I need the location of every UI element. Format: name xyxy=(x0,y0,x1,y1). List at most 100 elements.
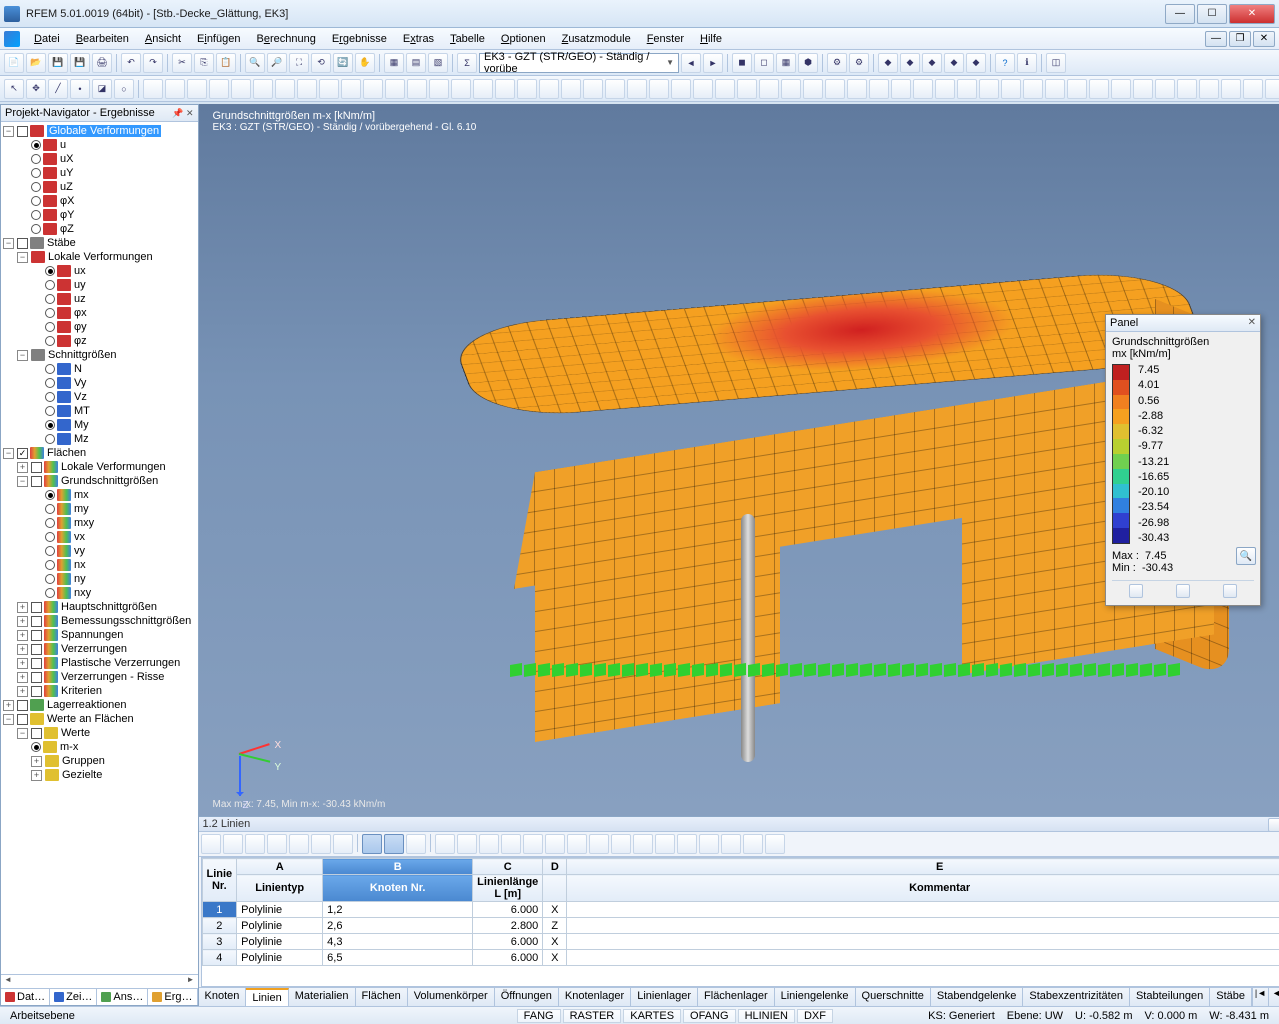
tbl-btn-0-icon[interactable] xyxy=(201,834,221,854)
menu-hilfe[interactable]: Hilfe xyxy=(692,31,730,47)
pan-icon[interactable]: ✋ xyxy=(355,53,375,73)
radio-MT[interactable] xyxy=(45,406,55,416)
table-row[interactable]: 4Polylinie6,56.000X xyxy=(202,950,1279,966)
data-tab-Liniengelenke[interactable]: Liniengelenke xyxy=(775,988,856,1006)
edit-tool-12-icon[interactable] xyxy=(407,79,427,99)
status-toggle-RASTER[interactable]: RASTER xyxy=(563,1009,622,1023)
lc-next-icon[interactable]: ► xyxy=(703,53,723,73)
tbl-btn-b5-icon[interactable] xyxy=(545,834,565,854)
menu-zusatzmodule[interactable]: Zusatzmodule xyxy=(554,31,639,47)
data-tab-Stäbe[interactable]: Stäbe xyxy=(1210,988,1252,1006)
table-row[interactable]: 1Polylinie1,26.000X xyxy=(202,902,1279,918)
zoom-in-icon[interactable]: 🔍 xyxy=(245,53,265,73)
tbl-btn-6-icon[interactable] xyxy=(333,834,353,854)
legend-tab1-icon[interactable] xyxy=(1129,584,1143,598)
help-icon[interactable]: ? xyxy=(995,53,1015,73)
mdi-close-icon[interactable]: ✕ xyxy=(1253,31,1275,47)
node-icon[interactable]: • xyxy=(70,79,90,99)
status-toggle-OFANG[interactable]: OFANG xyxy=(683,1009,736,1023)
edit-tool-17-icon[interactable] xyxy=(517,79,537,99)
close-button[interactable]: ✕ xyxy=(1229,4,1275,24)
edit-tool-25-icon[interactable] xyxy=(693,79,713,99)
minimize-button[interactable]: — xyxy=(1165,4,1195,24)
edit-tool-1-icon[interactable] xyxy=(165,79,185,99)
data-tab-Volumenkörper[interactable]: Volumenkörper xyxy=(408,988,495,1006)
edit-tool-19-icon[interactable] xyxy=(561,79,581,99)
view-tables-icon[interactable]: ▦ xyxy=(384,53,404,73)
navigator-header[interactable]: Projekt-Navigator - Ergebnisse 📌 ✕ xyxy=(1,105,198,122)
redo-icon[interactable]: ↷ xyxy=(143,53,163,73)
line-icon[interactable]: ╱ xyxy=(48,79,68,99)
edit-tool-48-icon[interactable] xyxy=(1199,79,1219,99)
data-tabs[interactable]: KnotenLinienMaterialienFlächenVolumenkör… xyxy=(199,987,1279,1006)
menu-berechnung[interactable]: Berechnung xyxy=(248,31,323,47)
tbl-btn-b3-icon[interactable] xyxy=(501,834,521,854)
edit-tool-0-icon[interactable] xyxy=(143,79,163,99)
edit-tool-38-icon[interactable] xyxy=(979,79,999,99)
lc-prev-icon[interactable]: ◄ xyxy=(681,53,701,73)
edit-tool-29-icon[interactable] xyxy=(781,79,801,99)
status-toggle-HLINIEN[interactable]: HLINIEN xyxy=(738,1009,795,1023)
menu-ergebnisse[interactable]: Ergebnisse xyxy=(324,31,395,47)
data-tab-Knoten[interactable]: Knoten xyxy=(199,988,247,1006)
tbl-btn-b13-icon[interactable] xyxy=(721,834,741,854)
select-icon[interactable]: ↖ xyxy=(4,79,24,99)
legend-tab2-icon[interactable] xyxy=(1176,584,1190,598)
radio-uz[interactable] xyxy=(45,294,55,304)
move-icon[interactable]: ✥ xyxy=(26,79,46,99)
radio-Vy[interactable] xyxy=(45,378,55,388)
edit-tool-43-icon[interactable] xyxy=(1089,79,1109,99)
edit-tool-11-icon[interactable] xyxy=(385,79,405,99)
edit-tool-23-icon[interactable] xyxy=(649,79,669,99)
radio-φX[interactable] xyxy=(31,196,41,206)
status-toggle-FANG[interactable]: FANG xyxy=(517,1009,561,1023)
tbl-btn-b4-icon[interactable] xyxy=(523,834,543,854)
data-tab-Materialien[interactable]: Materialien xyxy=(289,988,356,1006)
menu-bearbeiten[interactable]: Bearbeiten xyxy=(68,31,137,47)
edit-tool-20-icon[interactable] xyxy=(583,79,603,99)
edit-tool-51-icon[interactable] xyxy=(1265,79,1279,99)
edit-tool-39-icon[interactable] xyxy=(1001,79,1021,99)
pin-icon[interactable]: 📌 ✕ xyxy=(172,108,193,119)
addon-icon[interactable]: ◫ xyxy=(1046,53,1066,73)
edit-tool-40-icon[interactable] xyxy=(1023,79,1043,99)
navigator-tabs[interactable]: Dat… Zei… Ans… Erg… xyxy=(1,988,198,1005)
data-tab-Flächen[interactable]: Flächen xyxy=(356,988,408,1006)
tbl-btn-b8-icon[interactable] xyxy=(611,834,631,854)
radio-φy[interactable] xyxy=(45,322,55,332)
tbl-filter2-icon[interactable] xyxy=(384,834,404,854)
rotate-icon[interactable]: 🔄 xyxy=(333,53,353,73)
edit-tool-32-icon[interactable] xyxy=(847,79,867,99)
radio-N[interactable] xyxy=(45,364,55,374)
print-icon[interactable]: 🖨 xyxy=(92,53,112,73)
edit-tool-9-icon[interactable] xyxy=(341,79,361,99)
surf-icon[interactable]: ◪ xyxy=(92,79,112,99)
data-tab-Linien[interactable]: Linien xyxy=(246,988,288,1006)
edit-tool-8-icon[interactable] xyxy=(319,79,339,99)
cut-icon[interactable]: ✂ xyxy=(172,53,192,73)
tab-first-icon[interactable]: |◄ xyxy=(1252,988,1268,1006)
edit-tool-24-icon[interactable] xyxy=(671,79,691,99)
radio-uX[interactable] xyxy=(31,154,41,164)
mod1-icon[interactable]: ◆ xyxy=(878,53,898,73)
save-icon[interactable]: 💾 xyxy=(48,53,68,73)
about-icon[interactable]: ℹ xyxy=(1017,53,1037,73)
iso-icon[interactable]: ⬢ xyxy=(798,53,818,73)
app-menu-icon[interactable] xyxy=(4,31,20,47)
results-icon[interactable]: Σ xyxy=(457,53,477,73)
menu-datei[interactable]: Datei xyxy=(26,31,68,47)
edit-tool-14-icon[interactable] xyxy=(451,79,471,99)
edit-tool-2-icon[interactable] xyxy=(187,79,207,99)
tbl-btn-4-icon[interactable] xyxy=(289,834,309,854)
edit-tool-33-icon[interactable] xyxy=(869,79,889,99)
data-grid[interactable]: Linie Nr. A B C D E Linientyp Knoten Nr.… xyxy=(201,857,1279,987)
data-tab-Linienlager[interactable]: Linienlager xyxy=(631,988,698,1006)
cube-icon[interactable]: ◼ xyxy=(732,53,752,73)
copy-icon[interactable]: ⎘ xyxy=(194,53,214,73)
tbl-btn-b10-icon[interactable] xyxy=(655,834,675,854)
menu-optionen[interactable]: Optionen xyxy=(493,31,554,47)
edit-tool-26-icon[interactable] xyxy=(715,79,735,99)
tbl-btn-5-icon[interactable] xyxy=(311,834,331,854)
radio-uY[interactable] xyxy=(31,168,41,178)
radio-my[interactable] xyxy=(45,504,55,514)
